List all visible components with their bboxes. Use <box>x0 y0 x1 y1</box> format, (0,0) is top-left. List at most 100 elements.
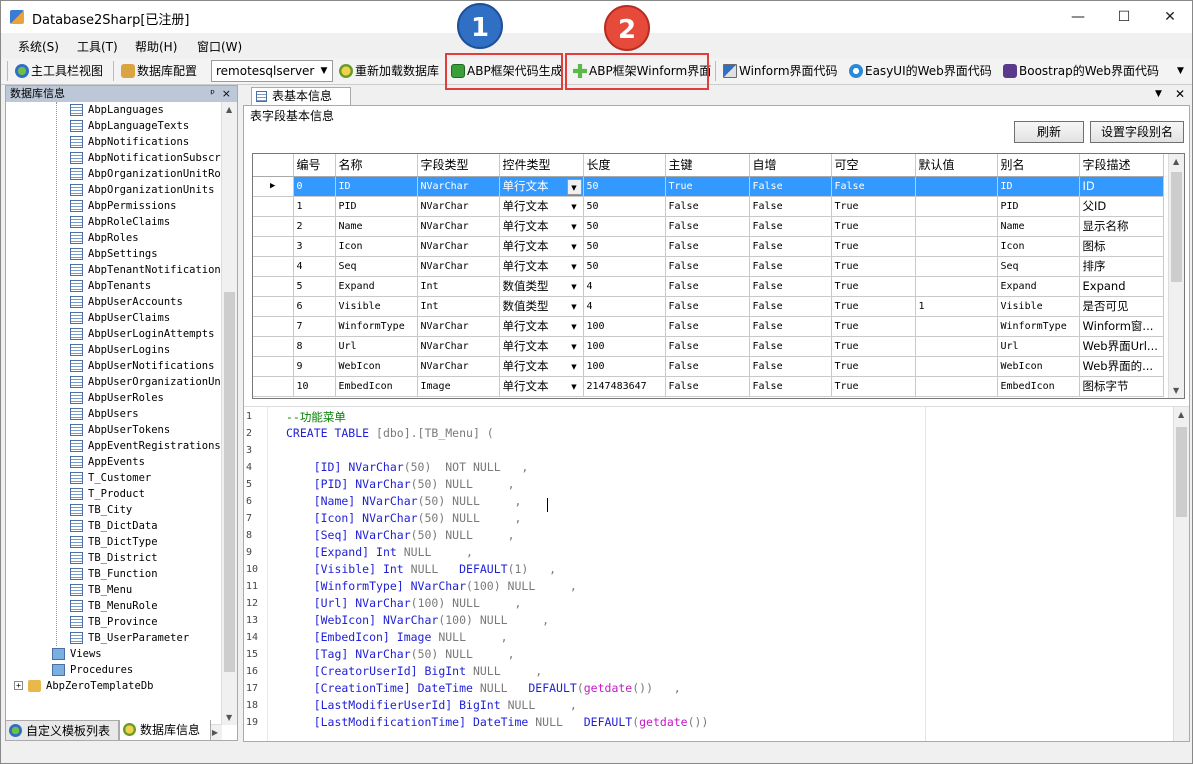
grid-cell[interactable]: Expand <box>997 276 1080 297</box>
grid-cell[interactable]: False <box>749 336 832 357</box>
grid-cell[interactable]: False <box>665 336 750 357</box>
grid-cell[interactable]: 1 <box>915 296 998 317</box>
grid-vertical-scrollbar[interactable]: ▲ ▼ <box>1168 154 1184 398</box>
grid-cell[interactable]: ID <box>335 176 418 197</box>
grid-cell[interactable]: ▼ 单行文本 <box>499 356 584 377</box>
scroll-thumb[interactable] <box>1176 427 1187 517</box>
grid-cell[interactable]: True <box>831 236 916 257</box>
expand-plus-icon[interactable]: + <box>14 681 23 690</box>
chevron-down-icon[interactable]: ▼ <box>567 359 582 375</box>
scroll-down-icon[interactable]: ▼ <box>1173 386 1179 395</box>
table-row[interactable]: 3 Icon NVarChar ▼ 单行文本 50 False False True Icon 图标 <box>253 236 1164 257</box>
grid-cell[interactable]: Icon <box>997 236 1080 257</box>
grid-cell[interactable]: 9 <box>293 356 336 377</box>
grid-cell[interactable]: NVarChar <box>417 236 500 257</box>
chevron-down-icon[interactable]: ▼ <box>567 299 582 315</box>
scroll-up-icon[interactable]: ▲ <box>1173 157 1179 166</box>
chevron-down-icon[interactable]: ▼ <box>567 279 582 295</box>
scroll-up-icon[interactable]: ▲ <box>1178 410 1184 419</box>
grid-cell[interactable] <box>915 276 998 297</box>
grid-cell[interactable]: 10 <box>293 376 336 397</box>
chevron-down-icon[interactable]: ▼ <box>567 259 582 275</box>
grid-cell[interactable]: True <box>831 276 916 297</box>
grid-cell[interactable]: ▼ 单行文本 <box>499 336 584 357</box>
grid-cell[interactable]: False <box>749 216 832 237</box>
menu-window[interactable]: 窗口(W) <box>197 38 242 55</box>
grid-cell[interactable]: 3 <box>293 236 336 257</box>
table-row[interactable]: 2 Name NVarChar ▼ 单行文本 50 False False True Name 显示… <box>253 216 1164 237</box>
grid-cell[interactable]: ▼ 单行文本 <box>499 176 584 197</box>
grid-cell[interactable]: Winform窗... <box>1079 316 1164 337</box>
scroll-thumb[interactable] <box>224 292 235 672</box>
grid-cell[interactable]: False <box>831 176 916 197</box>
grid-cell[interactable]: Image <box>417 376 500 397</box>
grid-cell[interactable]: 图标字节 <box>1079 376 1164 397</box>
grid-cell[interactable]: Int <box>417 276 500 297</box>
table-row[interactable]: 10 EmbedIcon Image ▼ 单行文本 2147483647 False Fals… <box>253 376 1164 397</box>
grid-cell[interactable]: Web界面的... <box>1079 356 1164 377</box>
grid-cell[interactable]: Web界面Url... <box>1079 336 1164 357</box>
grid-cell[interactable]: False <box>665 316 750 337</box>
tab-list-dropdown-icon[interactable]: ▼ <box>1155 89 1162 99</box>
chevron-down-icon[interactable]: ▼ <box>567 219 582 235</box>
table-row[interactable]: ▶ 0 ID NVarChar ▼ 单行文本 50 True False False ID ID <box>253 176 1164 197</box>
grid-cell[interactable]: 50 <box>583 196 666 217</box>
grid-cell[interactable]: Url <box>335 336 418 357</box>
table-row[interactable]: 5 Expand Int ▼ 数值类型 4 False False True Expand Expa… <box>253 276 1164 297</box>
grid-cell[interactable]: False <box>665 236 750 257</box>
chevron-down-icon[interactable]: ▼ <box>566 178 582 195</box>
grid-cell[interactable]: ▼ 数值类型 <box>499 276 584 297</box>
tab-close-icon[interactable]: ✕ <box>1175 87 1185 101</box>
grid-cell[interactable]: True <box>831 336 916 357</box>
grid-cell[interactable]: 显示名称 <box>1079 216 1164 237</box>
grid-cell[interactable]: NVarChar <box>417 316 500 337</box>
grid-cell[interactable]: 2 <box>293 216 336 237</box>
grid-cell[interactable]: False <box>749 356 832 377</box>
menu-tools[interactable]: 工具(T) <box>77 38 118 55</box>
easyui-web-code-button[interactable]: EasyUI的Web界面代码 <box>847 61 992 81</box>
set-alias-button[interactable]: 设置字段别名 <box>1090 121 1184 143</box>
table-row[interactable]: 4 Seq NVarChar ▼ 单行文本 50 False False True Seq 排序 <box>253 256 1164 277</box>
grid-cell[interactable]: False <box>665 216 750 237</box>
grid-cell[interactable]: Icon <box>335 236 418 257</box>
grid-cell[interactable]: True <box>831 316 916 337</box>
grid-cell[interactable]: False <box>665 276 750 297</box>
grid-cell[interactable]: False <box>749 316 832 337</box>
grid-cell[interactable] <box>915 196 998 217</box>
grid-cell[interactable]: NVarChar <box>417 176 500 197</box>
grid-cell[interactable]: Name <box>335 216 418 237</box>
table-row[interactable]: 8 Url NVarChar ▼ 单行文本 100 False False True Url Web… <box>253 336 1164 357</box>
grid-cell[interactable]: True <box>831 216 916 237</box>
grid-cell[interactable]: Int <box>417 296 500 317</box>
table-row[interactable]: 6 Visible Int ▼ 数值类型 4 False False True 1 Visible 是… <box>253 296 1164 317</box>
grid-cell[interactable]: True <box>831 356 916 377</box>
grid-cell[interactable]: 100 <box>583 356 666 377</box>
grid-cell[interactable]: NVarChar <box>417 256 500 277</box>
close-button[interactable]: ✕ <box>1147 1 1192 33</box>
grid-cell[interactable]: False <box>749 176 832 197</box>
row-header[interactable] <box>253 336 294 357</box>
column-header[interactable]: 默认值 <box>915 154 998 177</box>
column-header[interactable]: 可空 <box>831 154 916 177</box>
maximize-button[interactable]: ☐ <box>1101 1 1147 33</box>
chevron-down-icon[interactable]: ▼ <box>567 379 582 395</box>
grid-cell[interactable]: False <box>749 256 832 277</box>
row-header[interactable] <box>253 376 294 397</box>
grid-cell[interactable]: 8 <box>293 336 336 357</box>
grid-cell[interactable]: True <box>831 256 916 277</box>
column-header[interactable]: 长度 <box>583 154 666 177</box>
row-header[interactable] <box>253 356 294 377</box>
grid-cell[interactable]: ▼ 单行文本 <box>499 236 584 257</box>
chevron-down-icon[interactable]: ▼ <box>567 339 582 355</box>
grid-cell[interactable]: False <box>749 196 832 217</box>
grid-cell[interactable]: 4 <box>293 256 336 277</box>
grid-cell[interactable]: 排序 <box>1079 256 1164 277</box>
tree-vertical-scrollbar[interactable]: ▲ ▼ <box>221 102 237 725</box>
column-header[interactable]: 字段类型 <box>417 154 500 177</box>
grid-cell[interactable]: 2147483647 <box>583 376 666 397</box>
grid-cell[interactable] <box>915 236 998 257</box>
grid-cell[interactable]: False <box>749 376 832 397</box>
grid-cell[interactable]: Visible <box>997 296 1080 317</box>
grid-cell[interactable]: False <box>665 376 750 397</box>
menu-system[interactable]: 系统(S) <box>18 38 59 55</box>
